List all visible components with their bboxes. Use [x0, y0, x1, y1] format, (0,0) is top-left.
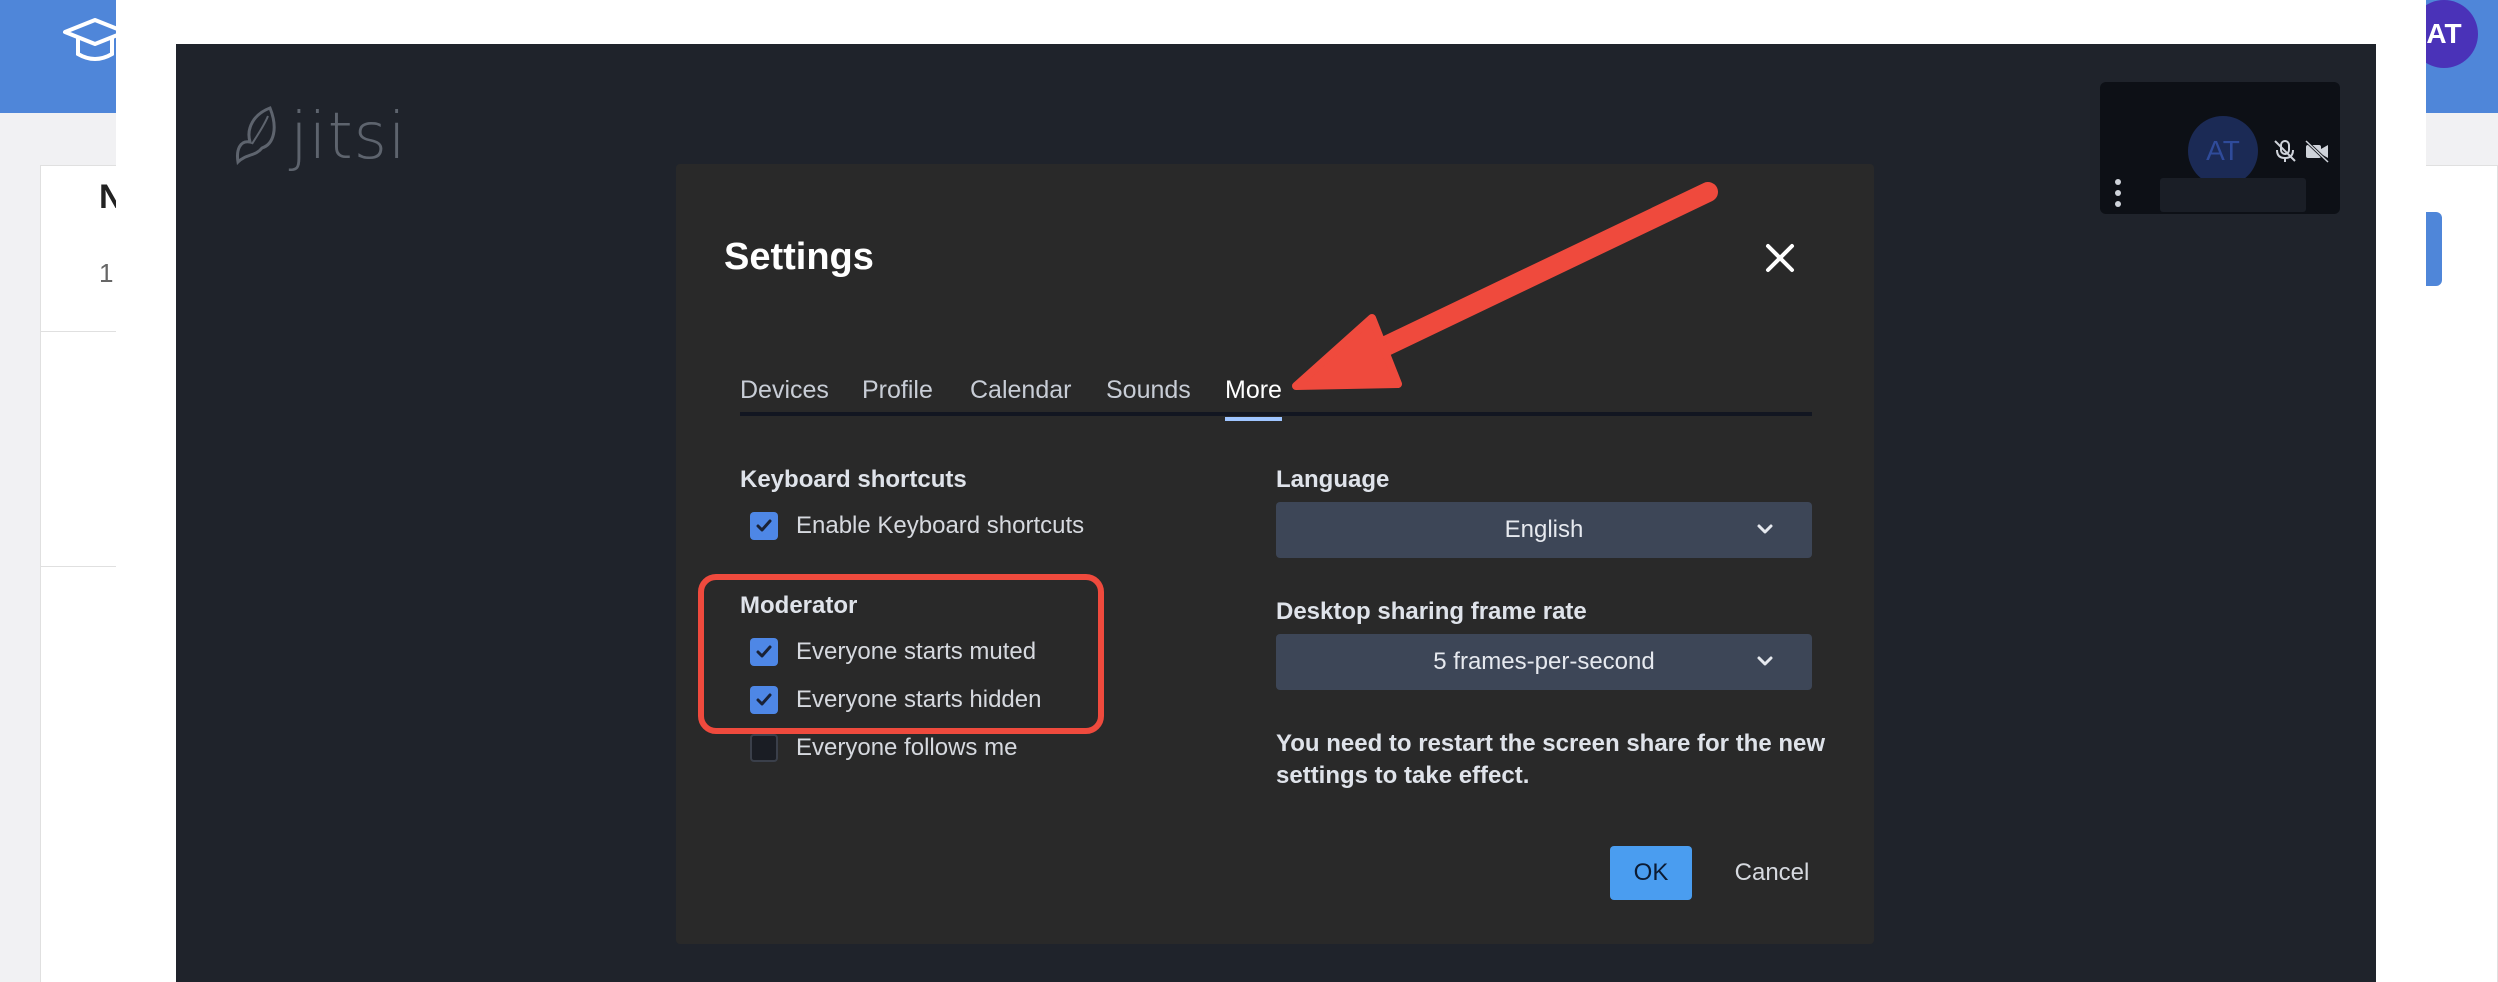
tab-calendar[interactable]: Calendar: [970, 376, 1071, 411]
tab-devices[interactable]: Devices: [740, 376, 829, 411]
checkbox-unchecked-icon: [750, 734, 778, 762]
frame-rate-selected-value: 5 frames-per-second: [1433, 648, 1655, 675]
language-heading: Language: [1276, 466, 1390, 493]
dialog-title: Settings: [724, 236, 874, 278]
language-select[interactable]: English: [1276, 502, 1812, 558]
enable-keyboard-shortcuts-checkbox[interactable]: Enable Keyboard shortcuts: [750, 512, 1084, 540]
jitsi-bird-icon: [236, 106, 276, 166]
jitsi-logo: jitsi: [232, 100, 407, 174]
restart-notice: You need to restart the screen share for…: [1276, 730, 1826, 789]
jitsi-wordmark: jitsi: [290, 100, 407, 174]
cancel-button[interactable]: Cancel: [1722, 846, 1822, 900]
everyone-follows-me-checkbox[interactable]: Everyone follows me: [750, 734, 1017, 762]
tab-profile[interactable]: Profile: [862, 376, 933, 411]
camera-off-icon: [2304, 139, 2330, 164]
background-right-card: [2424, 165, 2498, 982]
frame-rate-select[interactable]: 5 frames-per-second: [1276, 634, 1812, 690]
moderator-highlight-box: [698, 574, 1104, 734]
mic-muted-icon: [2274, 140, 2296, 162]
background-card-subtext: 1: [99, 258, 114, 288]
frame-rate-heading: Desktop sharing frame rate: [1276, 598, 1587, 625]
everyone-follows-me-label: Everyone follows me: [796, 734, 1018, 761]
checkbox-checked-icon: [750, 512, 778, 540]
settings-tabs: Devices Profile Calendar Sounds More: [740, 376, 1812, 421]
more-options-icon[interactable]: [2114, 178, 2122, 208]
language-selected-value: English: [1504, 516, 1584, 543]
close-icon[interactable]: [1762, 240, 1798, 276]
chevron-down-icon: [1757, 656, 1773, 666]
settings-dialog: Settings Devices Profile Calendar Sounds…: [676, 164, 1874, 944]
background-action-button[interactable]: [2424, 212, 2442, 286]
tab-more[interactable]: More: [1225, 376, 1282, 421]
keyboard-shortcuts-heading: Keyboard shortcuts: [740, 466, 967, 493]
thumbnail-name-plate: [2160, 178, 2306, 212]
thumbnail-avatar: AT: [2188, 116, 2258, 186]
participant-thumbnail[interactable]: AT: [2100, 82, 2340, 214]
chevron-down-icon: [1757, 524, 1773, 534]
tab-sounds[interactable]: Sounds: [1106, 376, 1191, 411]
ok-button[interactable]: OK: [1610, 846, 1692, 900]
enable-keyboard-shortcuts-label: Enable Keyboard shortcuts: [796, 512, 1085, 539]
